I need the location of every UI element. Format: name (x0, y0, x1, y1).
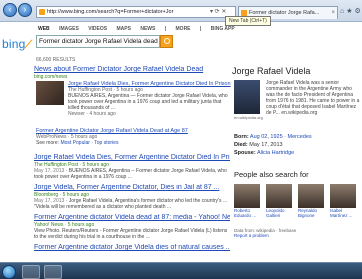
news-source[interactable]: bing.com/news (34, 74, 230, 80)
news-item-more[interactable]: Newser · 4 hours ago (68, 111, 232, 117)
result-title[interactable]: Former Argentine dictator Jorge Videla d… (34, 244, 230, 252)
fact-born-label: Born: (234, 134, 249, 140)
related-person-name[interactable]: Reynaldo Bignone (298, 208, 326, 218)
see-more-label: See more: (36, 140, 60, 146)
related-person-name[interactable]: Isabel Martínez ... (330, 208, 358, 218)
news-item: Jorge Rafael Videla Dies, Former Argenti… (68, 81, 232, 117)
search-page: bing⟋ WEB IMAGES VIDEOS MAPS NEWS | MORE… (0, 22, 362, 262)
search-result: Jorge Videla, Former Argentine Dictator,… (34, 184, 230, 210)
knowledge-panel: Jorge Rafael Videla en.wikipedia.org Jor… (232, 66, 362, 238)
address-bar[interactable]: http://www.bing.com/search?q=Former+dict… (36, 6, 236, 18)
panel-facts: Born: Aug 02, 1925 · Mercedes Died: May … (234, 133, 362, 157)
bing-logo-mark-icon: ⟋ (24, 39, 33, 51)
result-snippet: May 17, 2013 · Jorge Rafael Videla, Arge… (34, 198, 228, 210)
news-see-more: See more: Most Popular · Top stories (36, 140, 232, 146)
fact-born-value[interactable]: Aug 02, 1925 · Mercedes (250, 134, 312, 140)
panel-description: Jorge Rafael Videla was a senior command… (266, 80, 360, 116)
fact-born: Born: Aug 02, 1925 · Mercedes (234, 133, 362, 141)
scope-news[interactable]: NEWS (140, 26, 155, 32)
result-title[interactable]: Former Argentine dictator Videla dead at… (34, 214, 230, 222)
tab-close-icon[interactable]: × (331, 7, 335, 19)
related-person[interactable]: Roberto Eduardo ... (234, 184, 262, 218)
fact-spouse-label: Spouse: (234, 150, 256, 156)
related-person[interactable]: Leopoldo Galtieri (266, 184, 294, 218)
taskbar-ie-icon[interactable] (22, 265, 40, 279)
see-more-links[interactable]: Most Popular · Top stories (60, 140, 118, 146)
report-problem-link[interactable]: Report a problem (234, 233, 269, 238)
scope-divider: | (199, 26, 202, 32)
news-heading[interactable]: News about Former Dictator Jorge Rafael … (34, 66, 230, 74)
forward-button[interactable]: › (18, 3, 32, 17)
panel-photo-caption[interactable]: en.wikipedia.org (234, 115, 263, 120)
results-list: News about Former Dictator Jorge Rafael … (34, 66, 232, 252)
news-item-snippet: BUENOS AIRES, Argentina — Former dictato… (68, 93, 228, 111)
related-person-photo[interactable] (234, 184, 260, 208)
fact-died: Died: May 17, 2013 (234, 141, 362, 149)
related-person-name[interactable]: Leopoldo Galtieri (266, 208, 294, 218)
related-person[interactable]: Isabel Martínez ... (330, 184, 358, 218)
related-person[interactable]: Reynaldo Bignone (298, 184, 326, 218)
result-snippet-text: View Photo. Reuters/Reuters - Former Arg… (34, 228, 228, 240)
fact-spouse-value[interactable]: Alicia Hartridge (257, 150, 294, 156)
search-result: Former Argentine dictator Jorge Videla d… (34, 244, 230, 252)
results-count: 66,600 RESULTS (36, 57, 76, 63)
panel-footer: Data from: wikipedia · freebase Report a… (234, 228, 296, 238)
panel-photo[interactable] (234, 80, 260, 114)
related-person-photo[interactable] (298, 184, 324, 208)
people-also-search-row: Roberto Eduardo ... Leopoldo Galtieri Re… (234, 184, 362, 224)
news-thumbnail[interactable] (36, 81, 64, 105)
related-person-photo[interactable] (266, 184, 292, 208)
scope-videos[interactable]: VIDEOS (88, 26, 107, 32)
result-title[interactable]: Jorge Videla, Former Argentine Dictator,… (34, 184, 230, 192)
scope-more[interactable]: MORE (176, 26, 191, 32)
result-title[interactable]: Jorge Rafael Videla Dies, Former Argenti… (34, 154, 230, 162)
scope-web[interactable]: WEB (38, 26, 50, 32)
address-text: http://www.bing.com/search?q=Former+dict… (47, 9, 174, 15)
news-answer: News about Former Dictator Jorge Rafael … (34, 66, 232, 150)
start-button-icon[interactable] (2, 265, 16, 279)
fact-spouse: Spouse: Alicia Hartridge (234, 149, 362, 157)
related-person-photo[interactable] (330, 184, 356, 208)
toolbar-icons[interactable]: ⌂★⚙ (340, 7, 362, 15)
search-button[interactable] (160, 35, 173, 48)
site-favicon-icon (39, 9, 45, 15)
back-button[interactable]: ‹ (3, 3, 17, 17)
new-tab-tooltip: New Tab (Ctrl+T) (225, 16, 271, 26)
scope-images[interactable]: IMAGES (59, 26, 79, 32)
search-result: Former Argentine dictator Videla dead at… (34, 214, 230, 240)
search-result: Jorge Rafael Videla Dies, Former Argenti… (34, 154, 230, 180)
scope-bar: WEB IMAGES VIDEOS MAPS NEWS | MORE | BIN… (38, 26, 243, 32)
news-item: Former Argentine Dictator Jorge Rafael V… (36, 128, 232, 146)
taskbar-folder-icon[interactable] (44, 265, 62, 279)
result-snippet: May 17, 2013 · BUENOS AIRES, Argentina -… (34, 168, 227, 180)
bing-logo[interactable]: bing⟋ (2, 37, 32, 52)
search-input[interactable]: Former dictator Jorge Rafael Videla dead (36, 35, 160, 48)
scope-divider: | (164, 26, 167, 32)
scope-maps[interactable]: MAPS (116, 26, 130, 32)
browser-toolbar: ‹ › http://www.bing.com/search?q=Former+… (0, 0, 362, 26)
people-also-search-title: People also search for (234, 170, 309, 179)
panel-title[interactable]: Jorge Rafael Videla (232, 66, 362, 76)
fact-died-label: Died: (234, 142, 248, 148)
scope-bing-app[interactable]: BING APP (211, 26, 235, 32)
fact-died-value: May 17, 2013 (249, 142, 283, 148)
related-person-name[interactable]: Roberto Eduardo ... (234, 208, 262, 218)
taskbar (0, 262, 362, 279)
